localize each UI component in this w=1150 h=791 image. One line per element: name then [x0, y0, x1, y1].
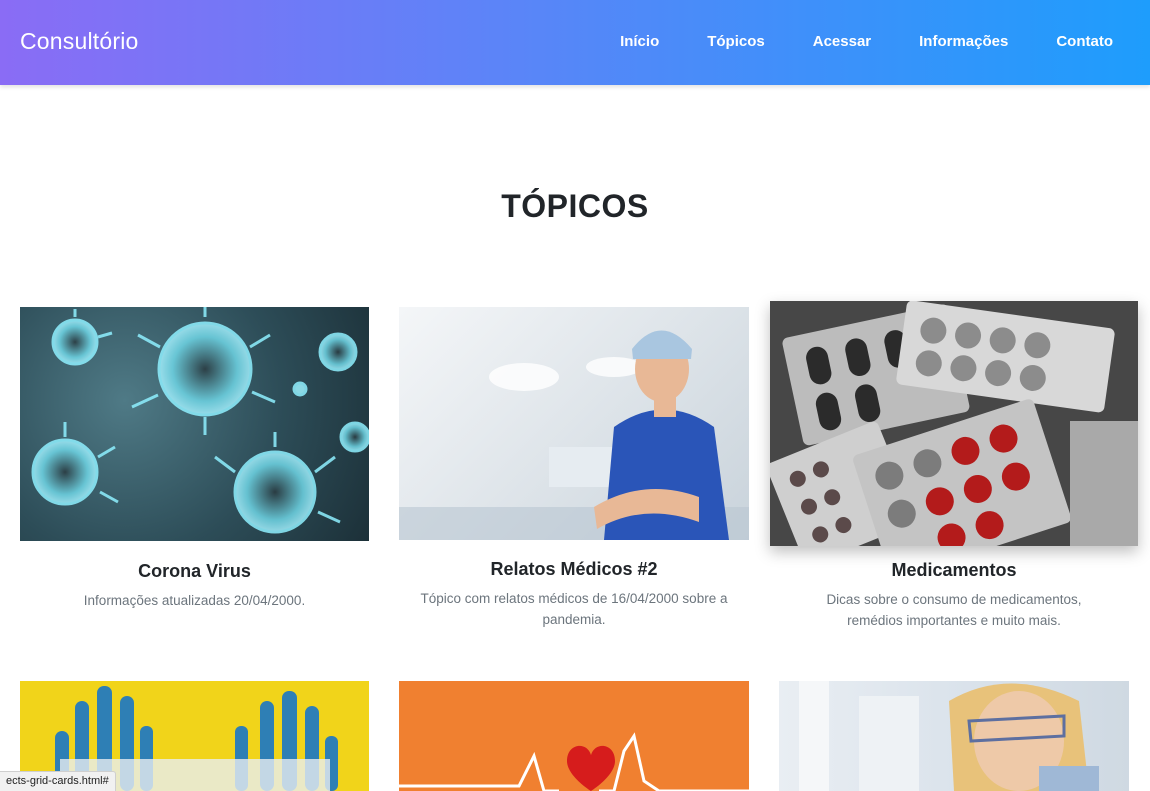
card-text: Informações atualizadas 20/04/2000.	[83, 593, 306, 608]
brand-link[interactable]: Consultório	[20, 28, 139, 55]
heartbeat-illustration	[399, 732, 749, 791]
nav-link-topicos[interactable]: Tópicos	[707, 33, 765, 50]
virus-illustration	[31, 307, 369, 534]
heartbeat-image[interactable]	[399, 681, 749, 791]
navbar: Consultório Início Tópicos Acessar Infor…	[0, 0, 1150, 85]
topic-card-pesquisa[interactable]	[779, 681, 1129, 791]
nav-link-informacoes[interactable]: Informações	[919, 33, 1008, 50]
browser-status-bar: ects-grid-cards.html#	[0, 771, 116, 791]
researcher-image[interactable]	[779, 681, 1129, 791]
card-title[interactable]: Corona Virus	[20, 561, 369, 582]
pills-illustration	[770, 301, 1138, 546]
nav-link-acessar[interactable]: Acessar	[813, 33, 871, 50]
card-text: Dicas sobre o consumo de medicamentos, r…	[826, 592, 1082, 628]
card-title[interactable]: Relatos Médicos #2	[399, 559, 749, 580]
topic-card-medicamentos[interactable]: Medicamentos Dicas sobre o consumo de me…	[770, 301, 1138, 631]
card-text: Tópico com relatos médicos de 16/04/2000…	[420, 591, 728, 627]
doctor-illustration	[399, 330, 749, 540]
topic-card-relatos[interactable]: Relatos Médicos #2 Tópico com relatos mé…	[399, 307, 749, 630]
researcher-illustration	[799, 681, 1099, 791]
section-title: TÓPICOS	[501, 188, 649, 224]
nav-link-contato[interactable]: Contato	[1056, 33, 1113, 50]
topic-card-cardio[interactable]	[399, 681, 749, 791]
nav-menu: Início Tópicos Acessar Informações Conta…	[572, 33, 1113, 50]
nav-link-inicio[interactable]: Início	[620, 33, 659, 50]
pills-image[interactable]	[770, 301, 1138, 546]
topic-card-corona[interactable]: Corona Virus Informações atualizadas 20/…	[20, 307, 369, 611]
doctor-image[interactable]	[399, 307, 749, 540]
coronavirus-image[interactable]	[20, 307, 369, 541]
card-title[interactable]: Medicamentos	[770, 560, 1138, 581]
